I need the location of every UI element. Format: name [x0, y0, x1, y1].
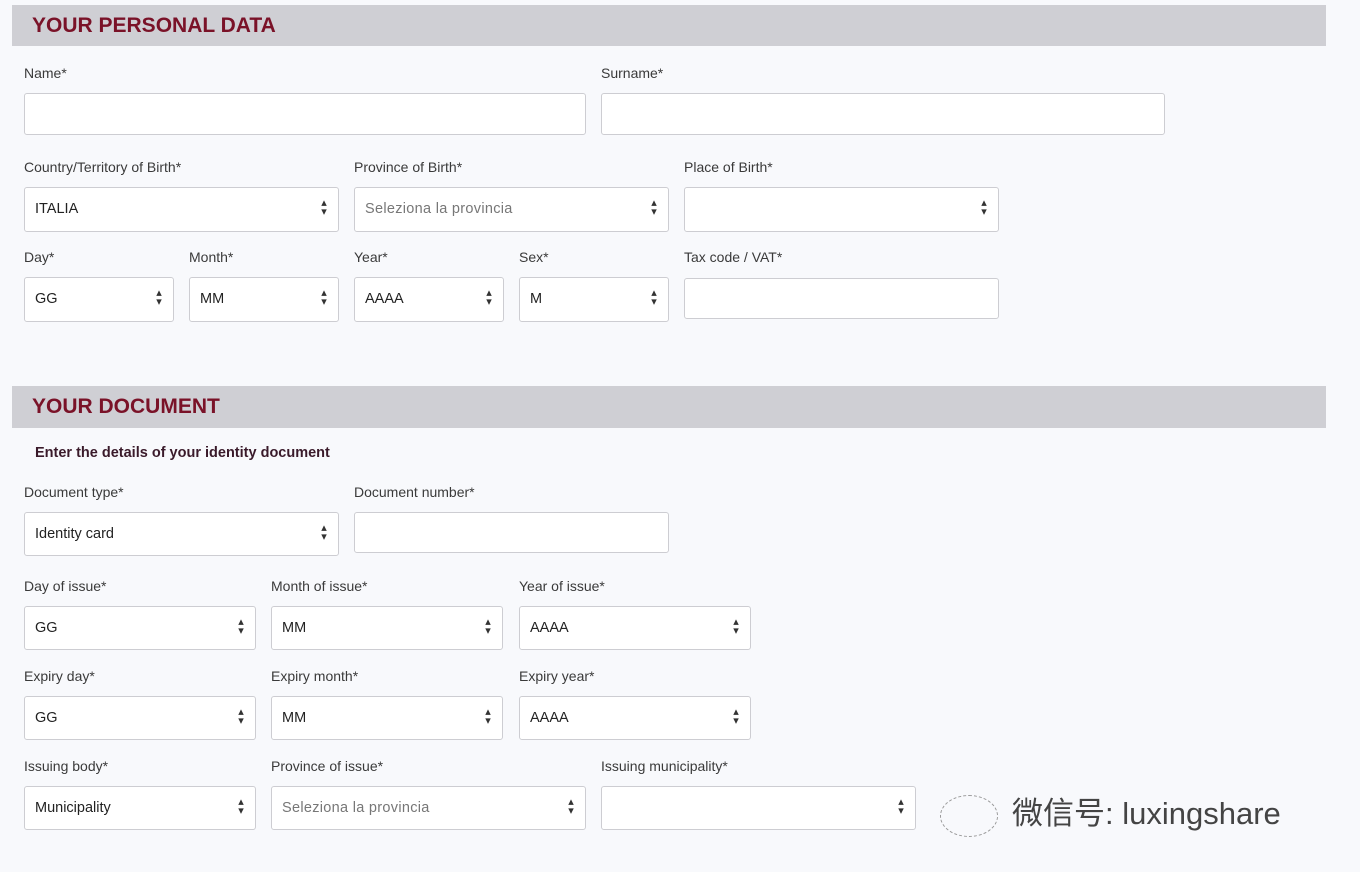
- day-label: Day*: [24, 249, 55, 265]
- year-value: AAAA: [365, 291, 404, 307]
- doc-type-label: Document type*: [24, 484, 124, 500]
- province-placeholder: Seleziona la provincia: [365, 201, 513, 217]
- day-select[interactable]: GG ▴ ▾: [24, 277, 174, 322]
- personal-data-header: YOUR PERSONAL DATA: [12, 5, 1326, 46]
- select-arrows-icon: ▴ ▾: [485, 706, 491, 727]
- municipality-label: Issuing municipality*: [601, 758, 728, 774]
- exp-year-value: AAAA: [530, 710, 569, 726]
- watermark: 微信号: luxingshare: [940, 788, 1281, 837]
- wechat-icon: [940, 794, 998, 837]
- issue-day-value: GG: [35, 620, 58, 636]
- month-select[interactable]: MM ▴ ▾: [189, 277, 339, 322]
- day-value: GG: [35, 291, 58, 307]
- issue-day-label: Day of issue*: [24, 578, 107, 594]
- select-arrows-icon: ▴ ▾: [485, 616, 491, 637]
- issue-year-label: Year of issue*: [519, 578, 605, 594]
- country-label: Country/Territory of Birth*: [24, 159, 182, 175]
- select-arrows-icon: ▴ ▾: [651, 197, 657, 218]
- name-label: Name*: [24, 65, 67, 81]
- place-select[interactable]: ▴ ▾: [684, 187, 999, 232]
- issue-day-select[interactable]: GG ▴ ▾: [24, 606, 256, 650]
- doc-type-select[interactable]: Identity card ▴ ▾: [24, 512, 339, 556]
- exp-year-label: Expiry year*: [519, 668, 595, 684]
- sex-label: Sex*: [519, 249, 549, 265]
- document-subtitle: Enter the details of your identity docum…: [35, 445, 330, 461]
- select-arrows-icon: ▴ ▾: [486, 287, 492, 308]
- month-value: MM: [200, 291, 225, 307]
- select-arrows-icon: ▴ ▾: [651, 287, 657, 308]
- doc-number-label: Document number*: [354, 484, 475, 500]
- place-label: Place of Birth*: [684, 159, 773, 175]
- exp-month-select[interactable]: MM ▴ ▾: [271, 696, 503, 740]
- month-label: Month*: [189, 249, 234, 265]
- sex-value: M: [530, 291, 543, 307]
- surname-label: Surname*: [601, 65, 664, 81]
- select-arrows-icon: ▴ ▾: [321, 522, 327, 543]
- issue-month-label: Month of issue*: [271, 578, 368, 594]
- issue-month-select[interactable]: MM ▴ ▾: [271, 606, 503, 650]
- issue-month-value: MM: [282, 620, 307, 636]
- exp-day-label: Expiry day*: [24, 668, 95, 684]
- select-arrows-icon: ▴ ▾: [733, 616, 739, 637]
- select-arrows-icon: ▴ ▾: [321, 287, 327, 308]
- tax-input[interactable]: [684, 278, 999, 319]
- exp-day-value: GG: [35, 710, 58, 726]
- sex-select[interactable]: M ▴ ▾: [519, 277, 669, 322]
- municipality-select[interactable]: ▴ ▾: [601, 786, 916, 830]
- select-arrows-icon: ▴ ▾: [321, 197, 327, 218]
- document-header: YOUR DOCUMENT: [12, 386, 1326, 428]
- select-arrows-icon: ▴ ▾: [238, 706, 244, 727]
- section-title: YOUR PERSONAL DATA: [32, 14, 276, 37]
- doc-number-input[interactable]: [354, 512, 669, 553]
- year-select[interactable]: AAAA ▴ ▾: [354, 277, 504, 322]
- select-arrows-icon: ▴ ▾: [568, 796, 574, 817]
- select-arrows-icon: ▴ ▾: [156, 287, 162, 308]
- select-arrows-icon: ▴ ▾: [898, 796, 904, 817]
- body-label: Issuing body*: [24, 758, 109, 774]
- exp-year-select[interactable]: AAAA ▴ ▾: [519, 696, 751, 740]
- section-title: YOUR DOCUMENT: [32, 395, 220, 418]
- select-arrows-icon: ▴ ▾: [733, 706, 739, 727]
- province-select[interactable]: Seleziona la provincia ▴ ▾: [354, 187, 669, 232]
- body-select[interactable]: Municipality ▴ ▾: [24, 786, 256, 830]
- year-label: Year*: [354, 249, 388, 265]
- select-arrows-icon: ▴ ▾: [238, 616, 244, 637]
- prov-issue-placeholder: Seleziona la provincia: [282, 800, 430, 816]
- issue-year-value: AAAA: [530, 620, 569, 636]
- tax-label: Tax code / VAT*: [684, 249, 783, 265]
- surname-input[interactable]: [601, 93, 1165, 135]
- body-value: Municipality: [35, 800, 111, 816]
- exp-month-label: Expiry month*: [271, 668, 359, 684]
- select-arrows-icon: ▴ ▾: [238, 796, 244, 817]
- country-select[interactable]: ITALIA ▴ ▾: [24, 187, 339, 232]
- country-value: ITALIA: [35, 201, 79, 217]
- prov-issue-label: Province of issue*: [271, 758, 384, 774]
- watermark-text: 微信号: luxingshare: [1012, 796, 1281, 831]
- province-label: Province of Birth*: [354, 159, 463, 175]
- exp-day-select[interactable]: GG ▴ ▾: [24, 696, 256, 740]
- select-arrows-icon: ▴ ▾: [981, 197, 987, 218]
- exp-month-value: MM: [282, 710, 307, 726]
- prov-issue-select[interactable]: Seleziona la provincia ▴ ▾: [271, 786, 586, 830]
- doc-type-value: Identity card: [35, 526, 114, 542]
- name-input[interactable]: [24, 93, 586, 135]
- issue-year-select[interactable]: AAAA ▴ ▾: [519, 606, 751, 650]
